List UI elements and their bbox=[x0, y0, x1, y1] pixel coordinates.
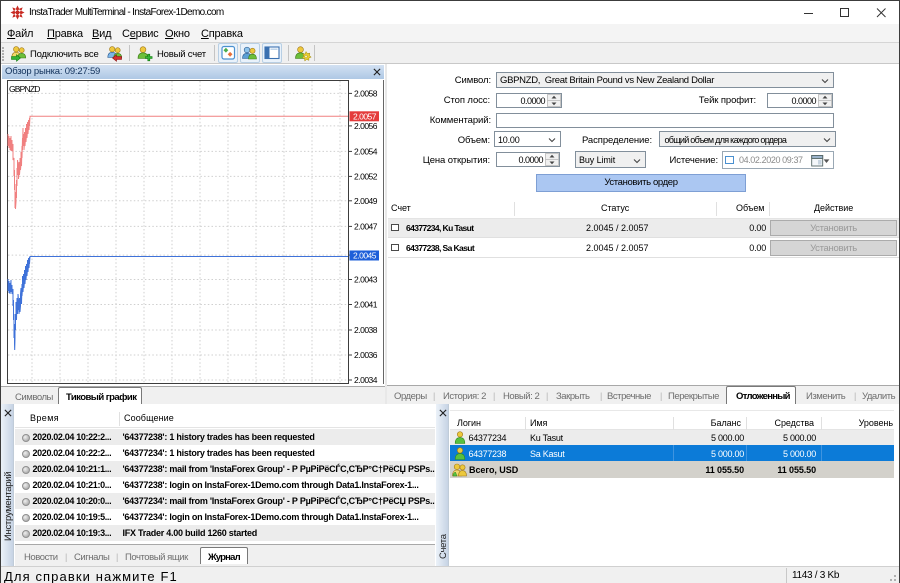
svg-text:2.0036: 2.0036 bbox=[354, 350, 378, 360]
svg-text:2.0043: 2.0043 bbox=[354, 275, 378, 285]
svg-text:2.0058: 2.0058 bbox=[354, 88, 378, 98]
svg-text:2.0056: 2.0056 bbox=[354, 121, 378, 131]
svg-text:2.0041: 2.0041 bbox=[354, 300, 378, 310]
svg-text:2.0057: 2.0057 bbox=[353, 111, 377, 121]
svg-text:2.0034: 2.0034 bbox=[354, 375, 378, 385]
svg-text:2.0054: 2.0054 bbox=[354, 146, 378, 156]
svg-text:2.0045: 2.0045 bbox=[353, 251, 377, 261]
svg-text:2.0038: 2.0038 bbox=[354, 325, 378, 335]
svg-text:2.0052: 2.0052 bbox=[354, 171, 378, 181]
svg-text:2.0047: 2.0047 bbox=[354, 221, 378, 231]
svg-text:2.0049: 2.0049 bbox=[354, 196, 378, 206]
